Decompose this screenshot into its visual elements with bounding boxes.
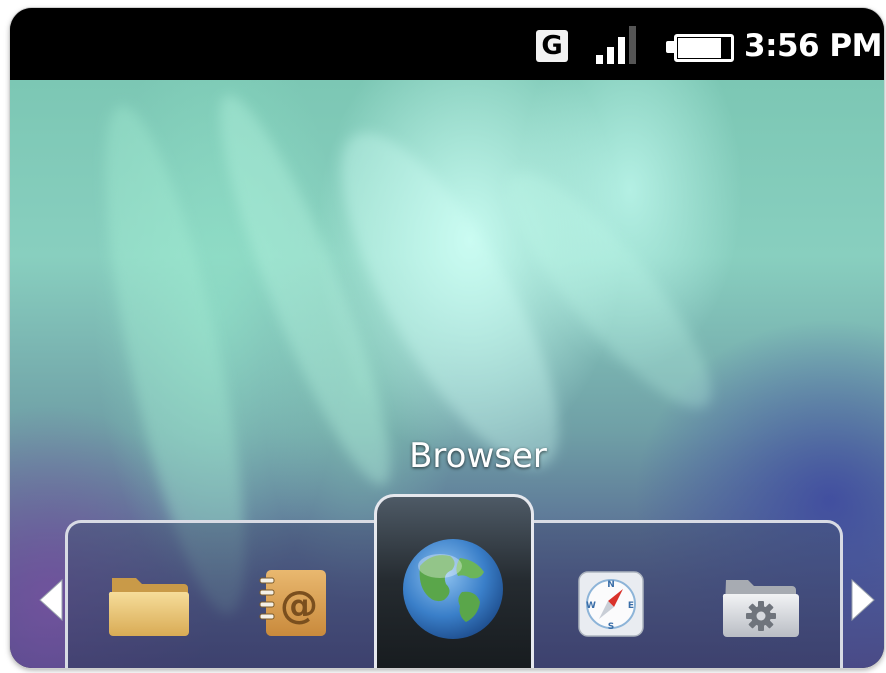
- folder-icon[interactable]: [108, 570, 190, 636]
- battery-icon: [666, 34, 734, 62]
- contacts-icon[interactable]: @: [256, 568, 330, 640]
- scroll-left-arrow-icon[interactable]: [38, 578, 64, 622]
- status-bar: G 3:56 PM: [10, 8, 884, 80]
- selected-app-label: Browser: [409, 436, 547, 476]
- phone-screen: G 3:56 PM Browser @ N S W E: [10, 8, 884, 668]
- signal-strength-icon: [596, 26, 646, 64]
- network-type-indicator: G: [536, 30, 568, 62]
- svg-text:N: N: [607, 580, 615, 590]
- browser-globe-icon[interactable]: [400, 536, 506, 642]
- settings-folder-icon[interactable]: [722, 574, 800, 638]
- svg-text:W: W: [586, 601, 596, 611]
- status-clock: 3:56 PM: [744, 28, 882, 64]
- svg-text:E: E: [628, 601, 634, 611]
- scroll-right-arrow-icon[interactable]: [850, 578, 876, 622]
- svg-text:@: @: [280, 583, 318, 627]
- svg-text:S: S: [608, 622, 614, 632]
- compass-icon[interactable]: N S W E: [578, 571, 644, 637]
